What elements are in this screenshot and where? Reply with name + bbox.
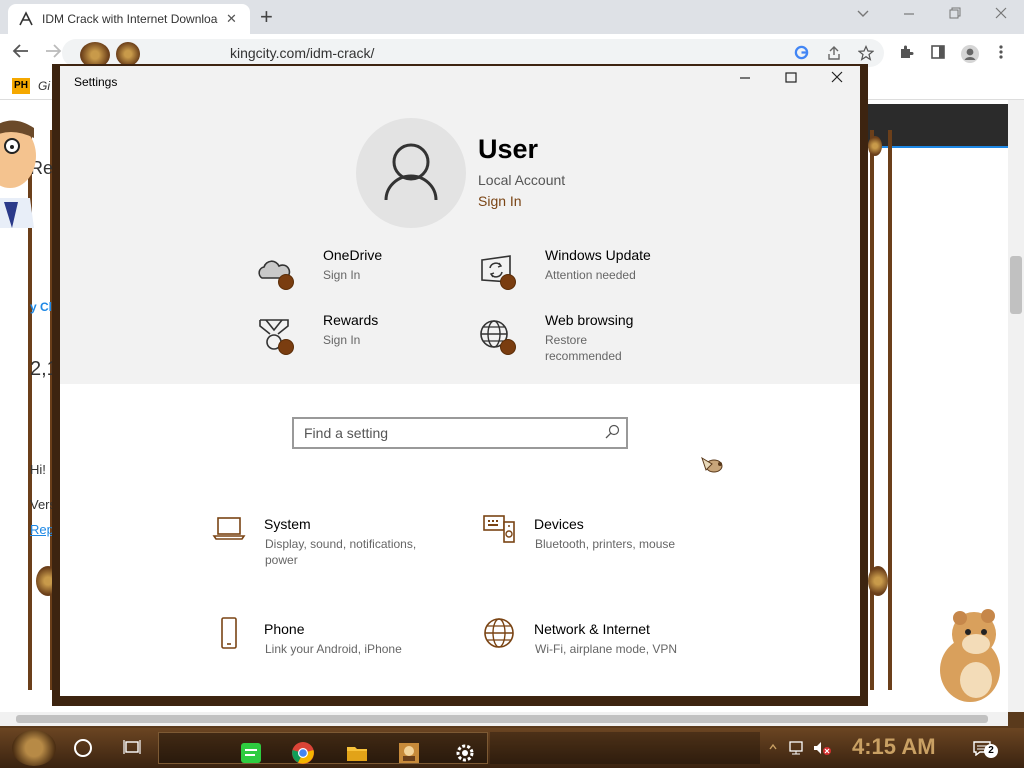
quick-tile-title: Rewards [323,312,379,328]
hamster-mascot-image [940,609,1000,702]
extensions-puzzle-icon[interactable] [898,44,914,64]
profile-avatar-icon[interactable] [960,44,980,68]
laptop-icon [212,517,246,540]
category-description: Wi-Fi, airplane mode, VPN [535,642,678,656]
web-hscroll-thumb[interactable] [16,715,988,723]
quick-tile-subtitle-line1: Restore [545,333,588,347]
settings-close-icon[interactable] [830,70,844,88]
notification-count-badge: 2 [984,744,998,758]
address-bar[interactable]: kingcity.com/idm-crack/ [62,39,884,67]
steampunk-frame-right [870,130,892,690]
window-close-icon[interactable] [994,6,1008,23]
taskbar: 4:15 AM 2 [0,728,1024,768]
quick-tile-subtitle-line2: recommended [545,349,622,363]
quick-tile-title: Windows Update [545,247,651,263]
network-status-icon[interactable] [788,740,806,759]
person-icon [384,143,438,201]
web-vertical-scrollbar[interactable] [1008,100,1024,712]
status-dot [278,274,294,290]
status-dot [278,339,294,355]
new-tab-button[interactable]: + [260,6,273,28]
settings-minimize-icon[interactable] [738,70,752,88]
quick-tile-subtitle: Sign In [323,268,361,282]
globe-icon [484,618,514,648]
category-description: Bluetooth, printers, mouse [535,537,676,551]
browser-tab-bar: IDM Crack with Internet Download Manager… [0,0,1024,34]
category-title: Devices [534,516,584,532]
bookmark-star-icon[interactable] [857,45,875,65]
gear-decoration-icon [868,136,882,156]
gear-decoration-icon [868,566,888,596]
sticky-notes-app-icon[interactable] [239,741,263,765]
tab-search-icon[interactable] [856,6,870,23]
taskbar-empty-area [490,732,760,764]
status-dot [500,339,516,355]
category-description: Link your Android, iPhone [265,642,402,656]
flying-bird-cursor-icon [701,456,723,473]
gear-decoration-icon [116,42,140,66]
menu-dots-icon[interactable] [998,44,1004,64]
search-placeholder: Find a setting [304,425,389,441]
category-title: System [264,516,311,532]
window-restore-icon[interactable] [948,6,962,23]
tab-title: IDM Crack with Internet Download Manager [42,12,218,26]
share-icon[interactable] [826,45,842,65]
tray-chevron-icon[interactable] [768,740,778,756]
back-arrow-icon[interactable] [12,42,30,65]
find-setting-search-box[interactable]: Find a setting [292,417,628,449]
window-minimize-icon[interactable] [902,6,916,23]
keyboard-icon [483,515,515,543]
bookmark-label[interactable]: Gi [38,79,50,93]
search-icon[interactable] [604,424,620,440]
phone-icon [221,617,237,649]
tab-close-icon[interactable]: ✕ [226,11,237,27]
side-panel-icon[interactable] [930,44,946,64]
taskbar-pinned-apps [158,732,488,764]
category-title: Phone [264,621,305,637]
quick-tile-title: Web browsing [545,312,634,328]
search-circle-icon[interactable] [74,739,92,757]
user-name: User [478,134,539,164]
quick-tile-title: OneDrive [323,247,383,263]
category-description: Display, sound, notifications, [265,537,417,551]
chrome-app-icon[interactable] [291,741,315,765]
forward-arrow-icon[interactable] [44,42,62,65]
game-app-icon[interactable] [397,741,421,765]
task-view-icon[interactable] [122,738,142,756]
volume-muted-icon[interactable] [812,740,832,759]
sign-in-link[interactable]: Sign In [478,193,522,209]
category-description-line2: power [265,553,298,567]
google-icon[interactable] [794,45,809,64]
quick-tile-subtitle: Attention needed [545,268,636,282]
file-explorer-app-icon[interactable] [345,741,369,765]
quick-tile-subtitle: Sign In [323,333,361,347]
site-favicon-icon [18,11,34,27]
start-button[interactable] [12,730,56,766]
account-type: Local Account [478,172,566,188]
bookmark-ph-icon[interactable]: PH [12,78,30,94]
window-title: Settings [74,75,118,89]
settings-maximize-icon[interactable] [784,70,798,88]
status-dot [500,274,516,290]
url-text: kingcity.com/idm-crack/ [230,45,375,61]
browser-tab[interactable]: IDM Crack with Internet Download Manager… [8,4,250,34]
user-avatar[interactable] [356,118,466,228]
web-snippet: Hi! [30,462,46,477]
category-title: Network & Internet [534,621,650,637]
cartoon-character-image [0,116,40,228]
web-link[interactable]: Rep [30,522,54,537]
taskbar-clock[interactable]: 4:15 AM [852,734,936,760]
web-snippet: y Cl [30,300,53,314]
settings-gear-app-icon[interactable] [453,741,477,765]
settings-window: Settings User Local Account Sign In OneD… [60,66,860,696]
web-scroll-thumb[interactable] [1010,256,1022,314]
